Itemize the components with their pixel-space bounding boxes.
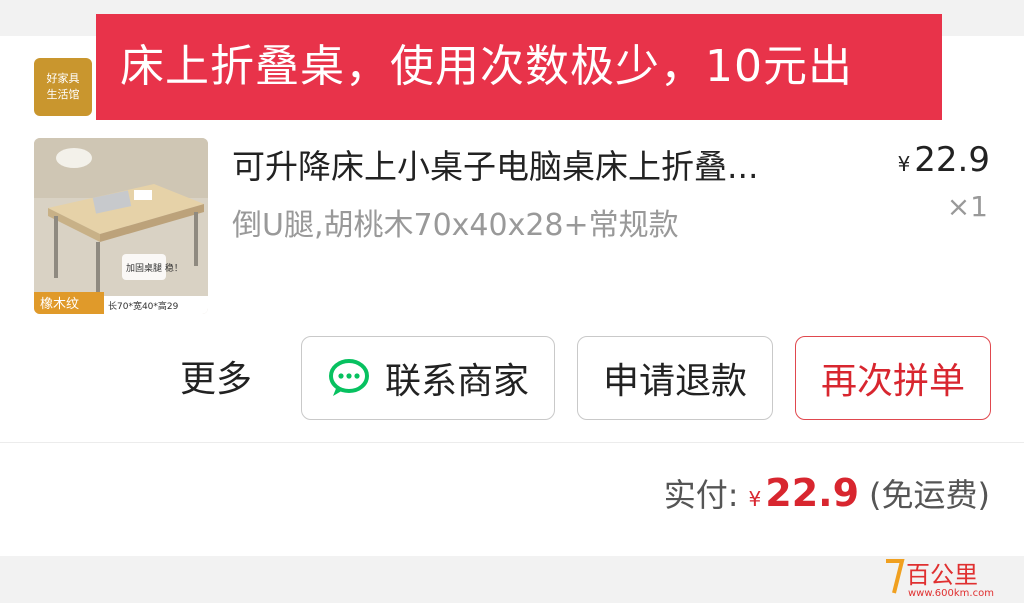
product-title[interactable]: 可升降床上小桌子电脑桌床上折叠... <box>232 140 832 188</box>
thumb-material-label: 橡木纹 <box>40 297 79 312</box>
watermark-url: www.600km.com <box>908 588 994 599</box>
price-currency: ¥ <box>897 152 911 176</box>
product-price: ¥22.9 <box>898 140 990 180</box>
folding-table-image: 橡木纹 长70*宽40*高29 加固桌腿 稳！ <box>34 138 208 314</box>
payment-label: 实付: <box>663 476 739 514</box>
thumb-note-label: 加固桌腿 稳！ <box>126 262 183 274</box>
thumb-size-label: 长70*宽40*高29 <box>108 300 179 312</box>
payment-summary: 实付: ¥ 22.9 (免运费) <box>664 470 990 516</box>
divider <box>0 442 1024 443</box>
product-spec: 倒U腿,胡桃木70x40x28+常规款 <box>232 208 679 243</box>
product-thumbnail[interactable]: 橡木纹 长70*宽40*高29 加固桌腿 稳！ <box>34 138 208 314</box>
request-refund-label: 申请退款 <box>602 361 747 402</box>
request-refund-button[interactable]: 申请退款 <box>577 336 773 420</box>
shop-logo[interactable]: 好家具 生活馆 <box>34 58 92 116</box>
contact-seller-button[interactable]: 联系商家 <box>301 336 555 420</box>
contact-seller-label: 联系商家 <box>384 361 529 402</box>
more-button[interactable]: 更多 <box>180 350 252 402</box>
shipping-note: (免运费) <box>869 476 990 514</box>
shop-logo-line2: 生活馆 <box>46 88 80 101</box>
shop-logo-line1: 好家具 <box>46 72 80 85</box>
site-watermark-logo: 百公里 www.600km.com <box>886 559 994 599</box>
reorder-group-label: 再次拼单 <box>820 361 965 402</box>
payment-amount: 22.9 <box>765 471 860 515</box>
price-value: 22.9 <box>914 140 990 180</box>
watermark-brand: 百公里 <box>906 561 978 589</box>
product-quantity: ×1 <box>946 190 988 223</box>
bottom-spacer <box>0 556 1024 603</box>
chat-bubble-icon <box>328 359 369 396</box>
payment-currency: ¥ <box>748 487 762 511</box>
reorder-group-button[interactable]: 再次拼单 <box>795 336 991 420</box>
overlay-caption: 床上折叠桌，使用次数极少，10元出 <box>96 14 942 120</box>
